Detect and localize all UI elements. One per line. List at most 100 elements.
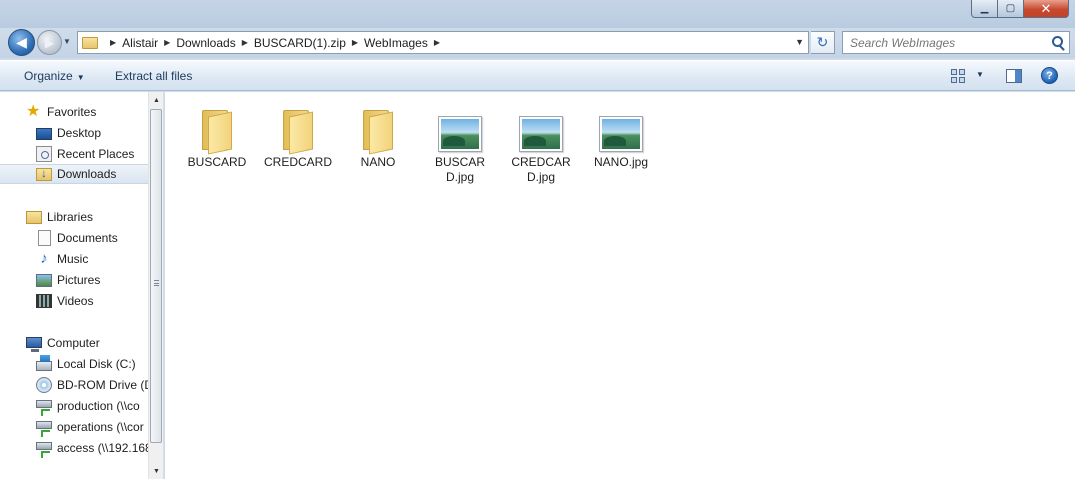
file-item[interactable]: BUSCARD.jpg bbox=[420, 100, 500, 185]
address-row: ◀ ▶ ▼ ▶ Alistair ▶ Downloads ▶ BUSCARD(1… bbox=[0, 28, 1075, 58]
search-input[interactable] bbox=[850, 35, 1040, 50]
folder-icon bbox=[200, 110, 234, 155]
nav-item-downloads[interactable]: Downloads bbox=[0, 164, 148, 184]
nav-item-desktop[interactable]: Desktop bbox=[0, 123, 148, 143]
nav-item-access[interactable]: access (\\192.168 bbox=[0, 438, 148, 458]
navigation-pane: ★ Favorites Desktop Recent Places Downlo… bbox=[0, 92, 164, 479]
computer-icon bbox=[26, 336, 42, 352]
breadcrumb-chevron-icon[interactable]: ▶ bbox=[242, 38, 248, 47]
file-item[interactable]: BUSCARD bbox=[177, 100, 257, 170]
breadcrumb-chevron-icon[interactable]: ▶ bbox=[434, 38, 440, 47]
file-name: NANO bbox=[360, 155, 396, 169]
documents-icon bbox=[38, 230, 51, 246]
nav-label: Documents bbox=[57, 231, 118, 245]
nav-item-documents[interactable]: Documents bbox=[0, 228, 148, 248]
file-list: BUSCARD CREDCARD NANO BUSCARD.jpg CREDCA… bbox=[165, 92, 1075, 479]
nav-label: Recent Places bbox=[57, 147, 135, 161]
arrow-right-icon: ▶ bbox=[44, 35, 55, 50]
more-options-caret-icon[interactable]: ▼ bbox=[976, 70, 984, 79]
change-view-icon[interactable] bbox=[951, 69, 965, 83]
desktop-icon bbox=[36, 127, 52, 140]
breadcrumb-zip[interactable]: BUSCARD(1).zip bbox=[254, 36, 346, 50]
file-item[interactable]: CREDCARD.jpg bbox=[501, 100, 581, 185]
star-icon: ★ bbox=[26, 103, 41, 120]
nav-label: Local Disk (C:) bbox=[57, 357, 136, 371]
nav-label: Music bbox=[57, 252, 89, 266]
recent-places-icon bbox=[36, 146, 52, 162]
nav-label: Downloads bbox=[57, 167, 117, 181]
file-item[interactable]: NANO.jpg bbox=[581, 100, 661, 170]
local-disk-icon bbox=[36, 355, 52, 371]
arrow-left-icon: ◀ bbox=[16, 34, 27, 50]
search-box[interactable] bbox=[842, 31, 1070, 54]
extract-all-files-button[interactable]: Extract all files bbox=[115, 69, 192, 83]
bd-rom-icon bbox=[36, 377, 52, 393]
nav-label: operations (\\cor bbox=[57, 420, 144, 434]
nav-label: Favorites bbox=[47, 105, 97, 119]
nav-item-pictures[interactable]: Pictures bbox=[0, 270, 148, 290]
breadcrumb-chevron-icon[interactable]: ▶ bbox=[110, 38, 116, 47]
nav-computer[interactable]: Computer bbox=[0, 333, 148, 353]
nav-label: Desktop bbox=[57, 126, 102, 140]
network-drive-icon bbox=[36, 421, 52, 437]
nav-label: Computer bbox=[47, 336, 100, 350]
file-name: BUSCARD.jpg bbox=[434, 155, 485, 184]
search-icon[interactable] bbox=[1052, 36, 1063, 47]
back-button[interactable]: ◀ bbox=[8, 29, 35, 56]
nav-label: BD-ROM Drive (D bbox=[57, 378, 148, 392]
file-item[interactable]: NANO bbox=[338, 100, 418, 170]
nav-libraries[interactable]: Libraries bbox=[0, 207, 148, 227]
nav-label: Videos bbox=[57, 294, 94, 308]
file-item[interactable]: CREDCARD bbox=[258, 100, 338, 170]
network-drive-icon bbox=[36, 442, 52, 458]
breadcrumb-chevron-icon[interactable]: ▶ bbox=[164, 38, 170, 47]
breadcrumb-chevron-icon[interactable]: ▶ bbox=[352, 38, 358, 47]
address-bar[interactable]: ▶ Alistair ▶ Downloads ▶ BUSCARD(1).zip … bbox=[77, 31, 809, 54]
scroll-thumb[interactable] bbox=[150, 109, 162, 443]
nav-label: Pictures bbox=[57, 273, 101, 287]
nav-item-local-disk[interactable]: Local Disk (C:) bbox=[0, 354, 148, 374]
videos-icon bbox=[36, 294, 52, 308]
breadcrumb-webimages[interactable]: WebImages bbox=[364, 36, 428, 50]
nav-scrollbar[interactable]: ▲ ▼ bbox=[148, 92, 163, 479]
nav-label: production (\\co bbox=[57, 399, 140, 413]
nav-item-recent-places[interactable]: Recent Places bbox=[0, 144, 148, 164]
minimize-button[interactable]: ▁ bbox=[971, 0, 998, 18]
preview-pane-icon[interactable] bbox=[1006, 69, 1022, 83]
nav-item-bd-rom[interactable]: BD-ROM Drive (D bbox=[0, 375, 148, 395]
organize-label: Organize bbox=[24, 69, 73, 83]
folder-icon bbox=[361, 110, 395, 155]
file-name: CREDCARD bbox=[263, 155, 332, 169]
grip-icon bbox=[154, 280, 159, 286]
nav-favorites[interactable]: ★ Favorites bbox=[0, 102, 148, 122]
command-bar: Organize ▼ Extract all files ▼ ? bbox=[0, 60, 1075, 91]
refresh-button[interactable]: ↻ bbox=[811, 31, 835, 54]
help-icon[interactable]: ? bbox=[1041, 67, 1058, 84]
breadcrumb-alistair[interactable]: Alistair bbox=[122, 36, 158, 50]
caret-down-icon: ▼ bbox=[76, 73, 85, 82]
recent-pages-dropdown[interactable]: ▼ bbox=[63, 37, 71, 46]
nav-label: Libraries bbox=[47, 210, 94, 224]
downloads-folder-icon bbox=[36, 166, 52, 181]
file-name: BUSCARD bbox=[187, 155, 247, 169]
scroll-up-icon[interactable]: ▲ bbox=[149, 92, 164, 108]
image-thumbnail-icon bbox=[438, 116, 482, 152]
breadcrumb-downloads[interactable]: Downloads bbox=[176, 36, 235, 50]
forward-button[interactable]: ▶ bbox=[37, 30, 62, 55]
nav-item-videos[interactable]: Videos bbox=[0, 291, 148, 311]
window-controls: ▁ ▢ ✕ bbox=[971, 0, 1069, 18]
refresh-icon: ↻ bbox=[816, 34, 829, 50]
address-history-dropdown[interactable]: ▼ bbox=[795, 37, 804, 47]
nav-item-production[interactable]: production (\\co bbox=[0, 396, 148, 416]
image-thumbnail-icon bbox=[599, 116, 643, 152]
file-name: NANO.jpg bbox=[593, 155, 649, 169]
nav-label: access (\\192.168 bbox=[57, 441, 148, 455]
folder-icon bbox=[281, 110, 315, 155]
navigation-tree: ★ Favorites Desktop Recent Places Downlo… bbox=[0, 92, 148, 479]
close-button[interactable]: ✕ bbox=[1024, 0, 1069, 18]
organize-button[interactable]: Organize ▼ bbox=[24, 69, 85, 83]
nav-item-music[interactable]: ♪ Music bbox=[0, 249, 148, 269]
nav-item-operations[interactable]: operations (\\cor bbox=[0, 417, 148, 437]
maximize-button[interactable]: ▢ bbox=[998, 0, 1024, 18]
scroll-down-icon[interactable]: ▼ bbox=[149, 463, 164, 479]
